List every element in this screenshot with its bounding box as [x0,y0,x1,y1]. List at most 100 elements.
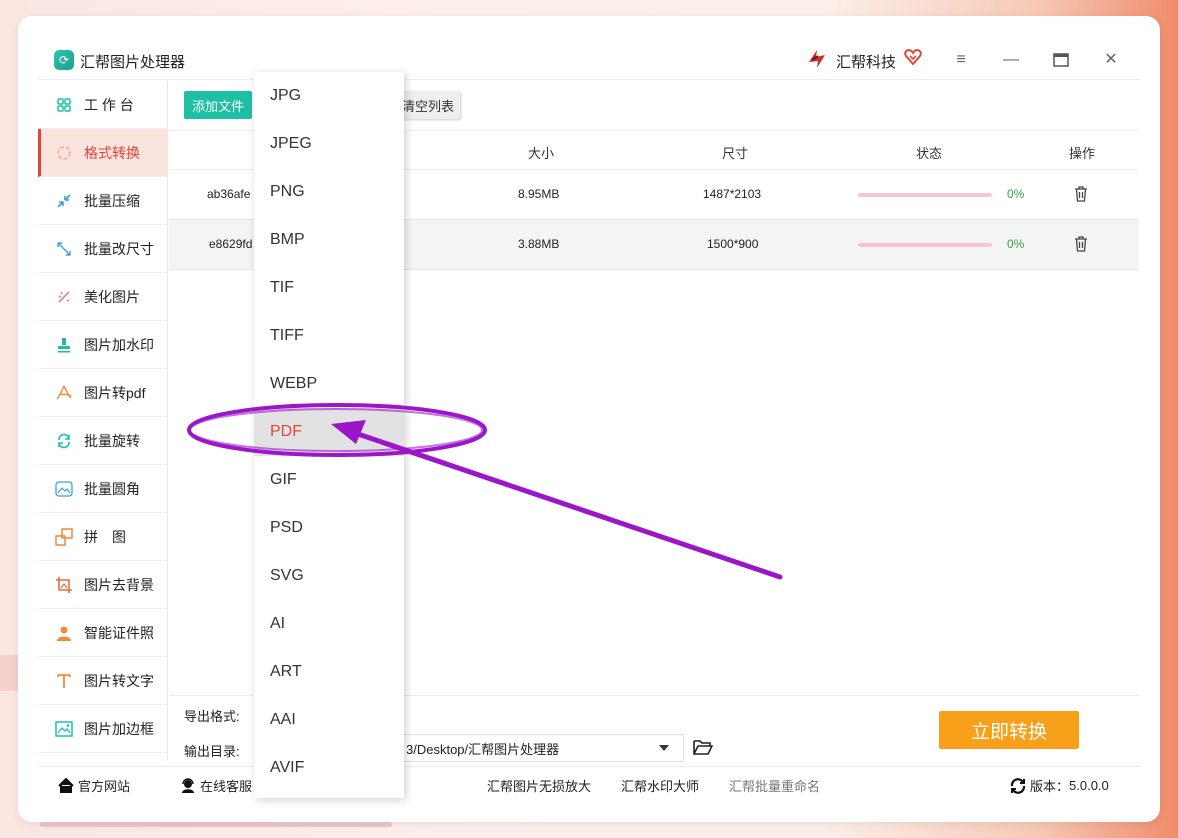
version-label: 版本： [1030,779,1070,794]
progress-percent: 0% [1007,187,1025,201]
sidebar-item-label: 美化图片 [84,288,140,305]
file-dimension: 1500*900 [707,237,759,251]
file-dimension: 1487*2103 [703,187,762,201]
sidebar-item-rotate[interactable]: 批量旋转 [38,417,168,465]
rotate-icon [54,431,74,451]
sidebar-item-label: 图片加水印 [84,336,154,353]
add-file-button[interactable]: 添加文件 [184,91,252,119]
crop-icon [54,575,74,595]
clear-list-button[interactable]: 清空列表 [396,91,460,119]
sidebar-item-frame[interactable]: 图片加边框 [38,705,168,753]
sidebar-item-label: 智能证件照 [84,624,154,641]
compress-icon [54,191,74,211]
convert-icon [54,143,74,163]
sidebar-item-label: 图片加边框 [84,720,154,737]
column-header-action: 操作 [1069,146,1096,161]
watermark-icon [54,335,74,355]
folder-icon[interactable] [693,738,713,756]
online-support-link[interactable]: 在线客服 [180,776,252,795]
maximize-icon[interactable] [1049,48,1073,72]
export-format-label: 导出格式: [184,709,240,724]
sidebar-item-id-photo[interactable]: 智能证件照 [38,609,168,657]
format-option-tif[interactable]: TIF [254,264,404,312]
sidebar: 工 作 台 格式转换 批量压缩 批量改尺寸 美化图片 图片加水印 图片转pdf … [38,81,168,761]
format-dropdown-menu: JPG JPEG PNG BMP TIF TIFF WEBP PDF GIF P… [254,72,404,798]
online-support-label: 在线客服 [200,779,253,794]
sidebar-item-to-pdf[interactable]: 图片转pdf [38,369,168,417]
puzzle-icon [54,527,74,547]
beautify-icon [54,287,74,307]
text-icon [54,671,74,691]
sidebar-item-workbench[interactable]: 工 作 台 [38,81,168,129]
minimize-icon[interactable]: — [999,48,1023,72]
file-size: 8.95MB [518,187,560,201]
background-bar [40,822,392,827]
format-option-jpeg[interactable]: JPEG [254,120,404,168]
sidebar-item-label: 图片转文字 [84,672,154,689]
format-option-tiff[interactable]: TIFF [254,312,404,360]
brand-name: 汇帮科技 [836,54,897,71]
sidebar-item-label: 工 作 台 [84,96,134,113]
heart-icon[interactable] [904,48,922,66]
sidebar-item-label: 图片转pdf [84,384,146,401]
sidebar-item-watermark[interactable]: 图片加水印 [38,321,168,369]
sidebar-item-resize[interactable]: 批量改尺寸 [38,225,168,273]
version-info: 版本： 5.0.0.0 [1010,776,1109,795]
round-corner-icon [54,479,74,499]
footer-link-upscale[interactable]: 汇帮图片无损放大 [487,776,591,795]
column-header-size: 大小 [528,146,555,161]
refresh-icon [1010,777,1026,794]
home-icon [58,778,74,793]
progress-bar [858,193,992,197]
menu-icon[interactable]: ≡ [949,48,973,72]
sidebar-item-label: 批量旋转 [84,432,140,449]
format-option-webp[interactable]: WEBP [254,360,404,408]
format-option-ai[interactable]: AI [254,600,404,648]
format-option-avif[interactable]: AVIF [254,744,404,792]
progress-percent: 0% [1007,237,1025,251]
file-name: e8629fd [209,237,253,251]
sidebar-item-label: 批量改尺寸 [84,240,154,257]
sidebar-item-ocr[interactable]: 图片转文字 [38,657,168,705]
format-option-png[interactable]: PNG [254,168,404,216]
trash-icon[interactable] [1074,186,1088,202]
format-option-art[interactable]: ART [254,648,404,696]
sidebar-item-compress[interactable]: 批量压缩 [38,177,168,225]
official-website-label: 官方网站 [78,779,131,794]
sidebar-item-remove-bg[interactable]: 图片去背景 [38,561,168,609]
app-title: 汇帮图片处理器 [80,54,186,71]
sidebar-item-label: 格式转换 [84,144,140,161]
footer-link-rename[interactable]: 汇帮批量重命名 [729,776,820,795]
format-option-jpg[interactable]: JPG [254,72,404,120]
sidebar-item-beautify[interactable]: 美化图片 [38,273,168,321]
footer-link-watermark[interactable]: 汇帮水印大师 [621,776,699,795]
output-dir-value: 3/Desktop/汇帮图片处理器 [406,741,560,757]
file-name: ab36afe [207,187,251,201]
version-number: 5.0.0.0 [1069,778,1109,793]
sidebar-item-format-convert[interactable]: 格式转换 [38,129,168,177]
person-icon [54,623,74,643]
pdf-icon [54,383,74,403]
sidebar-item-label: 批量圆角 [84,480,140,497]
sidebar-item-label: 批量压缩 [84,192,140,209]
trash-icon[interactable] [1074,236,1088,252]
grid-icon [54,95,74,115]
format-option-psd[interactable]: PSD [254,504,404,552]
sidebar-item-round-corner[interactable]: 批量圆角 [38,465,168,513]
official-website-link[interactable]: 官方网站 [58,776,130,795]
sidebar-item-label: 拼 图 [84,528,126,545]
format-option-gif[interactable]: GIF [254,456,404,504]
file-size: 3.88MB [518,237,560,251]
sidebar-item-puzzle[interactable]: 拼 图 [38,513,168,561]
format-option-bmp[interactable]: BMP [254,216,404,264]
convert-now-button[interactable]: 立即转换 [939,711,1079,749]
format-option-svg[interactable]: SVG [254,552,404,600]
sidebar-item-label: 图片去背景 [84,576,154,593]
close-icon[interactable]: ✕ [1099,48,1123,72]
format-option-aai[interactable]: AAI [254,696,404,744]
format-option-pdf[interactable]: PDF [254,408,404,456]
output-dir-label: 输出目录: [184,744,240,759]
app-logo-icon: ⟳ [54,50,74,70]
column-header-status: 状态 [916,146,943,161]
brand-logo-icon [809,50,825,68]
